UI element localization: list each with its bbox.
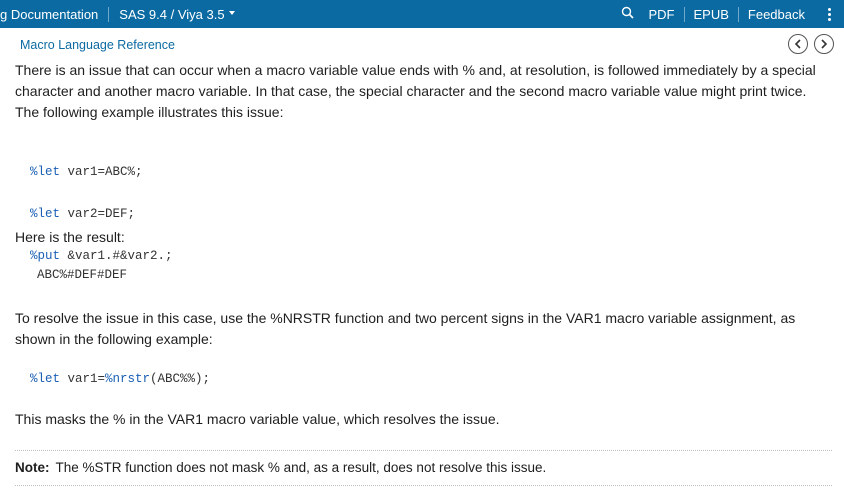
result-intro-text: Here is the result: xyxy=(15,229,125,245)
version-label: SAS 9.4 / Viya 3.5 xyxy=(119,6,225,22)
search-button[interactable] xyxy=(612,6,640,23)
code-line: %put &var1.#&var2.; xyxy=(30,246,173,267)
code-line: %let var1=ABC%; xyxy=(30,162,173,183)
code-keyword: %let xyxy=(30,372,61,386)
code-function: %nrstr xyxy=(105,372,151,386)
previous-page-button[interactable] xyxy=(788,34,808,54)
code-text: var2=DEF; xyxy=(60,207,136,221)
masking-explanation: This masks the % in the VAR1 macro varia… xyxy=(15,411,500,427)
title-divider xyxy=(108,6,110,22)
chevron-right-icon xyxy=(821,39,828,49)
topbar-left: g Documentation SAS 9.4 / Viya 3.5 xyxy=(0,0,235,28)
page-nav-buttons xyxy=(788,34,834,54)
feedback-link[interactable]: Feedback xyxy=(739,7,814,22)
code-text: var1= xyxy=(60,372,106,386)
resolution-paragraph: To resolve the issue in this case, use t… xyxy=(15,310,796,347)
doc-title-link[interactable]: g Documentation xyxy=(0,7,98,22)
code-text: &var1.#&var2.; xyxy=(60,249,173,263)
code-block-fix: %let var1=%nrstr(ABC%%); xyxy=(30,369,210,390)
caret-down-icon xyxy=(228,11,235,16)
breadcrumb[interactable]: Macro Language Reference xyxy=(20,38,175,52)
result-output: ABC%#DEF#DEF xyxy=(37,268,128,282)
kebab-menu-icon[interactable] xyxy=(814,0,844,28)
note-text: The %STR function does not mask % and, a… xyxy=(55,460,547,475)
code-keyword: %let xyxy=(30,165,61,179)
intro-paragraph: There is an issue that can occur when a … xyxy=(15,62,816,120)
code-line: %let var2=DEF; xyxy=(30,204,173,225)
code-text: var1=ABC%; xyxy=(60,165,143,179)
epub-link[interactable]: EPUB xyxy=(685,7,738,22)
code-text: (ABC%%); xyxy=(150,372,211,386)
note-box: Note: The %STR function does not mask % a… xyxy=(15,450,832,486)
chevron-left-icon xyxy=(794,39,801,49)
note-label: Note: xyxy=(15,460,50,475)
search-icon xyxy=(621,6,634,19)
code-keyword: %put xyxy=(30,249,61,263)
topbar-right: PDF EPUB Feedback xyxy=(612,0,844,28)
next-page-button[interactable] xyxy=(814,34,834,54)
top-navigation-bar: g Documentation SAS 9.4 / Viya 3.5 PDF E… xyxy=(0,0,844,28)
pdf-link[interactable]: PDF xyxy=(640,7,684,22)
code-keyword: %let xyxy=(30,207,61,221)
version-selector[interactable]: SAS 9.4 / Viya 3.5 xyxy=(119,6,235,22)
